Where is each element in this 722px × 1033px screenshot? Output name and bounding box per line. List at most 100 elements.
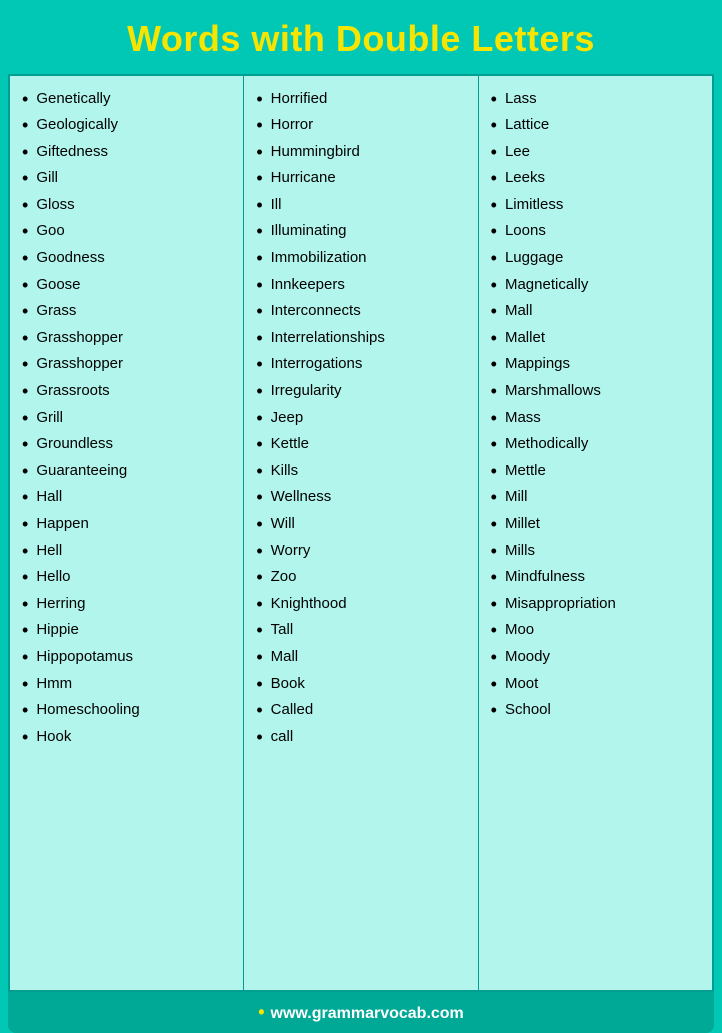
word-text: Hurricane [271, 168, 336, 188]
word-text: Kettle [271, 434, 309, 454]
list-item: •Groundless [14, 432, 235, 459]
column-3: •Lass•Lattice•Lee•Leeks•Limitless•Loons•… [479, 76, 712, 990]
list-item: •call [248, 724, 469, 751]
list-item: •Wellness [248, 485, 469, 512]
word-text: Millet [505, 514, 540, 534]
bullet-icon: • [22, 700, 28, 722]
word-text: Ill [271, 195, 282, 215]
list-item: •Grasshopper [14, 352, 235, 379]
word-text: Mill [505, 487, 528, 507]
bullet-icon: • [256, 275, 262, 297]
word-text: Magnetically [505, 275, 588, 295]
list-item: •Happen [14, 512, 235, 539]
bullet-icon: • [256, 567, 262, 589]
list-item: •Interconnects [248, 299, 469, 326]
bullet-icon: • [491, 461, 497, 483]
word-text: Hell [36, 541, 62, 561]
list-item: •Goose [14, 272, 235, 299]
word-text: Horror [271, 115, 314, 135]
bullet-icon: • [491, 674, 497, 696]
bullet-icon: • [256, 541, 262, 563]
bullet-icon: • [491, 647, 497, 669]
word-text: Illuminating [271, 221, 347, 241]
list-item: •Gill [14, 166, 235, 193]
word-text: Will [271, 514, 295, 534]
bullet-icon: • [491, 700, 497, 722]
bullet-icon: • [256, 487, 262, 509]
word-text: Homeschooling [36, 700, 139, 720]
list-item: •Hook [14, 724, 235, 751]
bullet-icon: • [22, 221, 28, 243]
bullet-icon: • [22, 142, 28, 164]
bullet-icon: • [491, 168, 497, 190]
bullet-icon: • [22, 620, 28, 642]
list-item: • Moody [483, 644, 704, 671]
word-text: Hmm [36, 674, 72, 694]
bullet-icon: • [256, 142, 262, 164]
list-item: •Geologically [14, 113, 235, 140]
bullet-icon: • [491, 567, 497, 589]
word-text: Loons [505, 221, 546, 241]
list-item: •Horror [248, 113, 469, 140]
word-text: Guaranteeing [36, 461, 127, 481]
bullet-icon: • [491, 275, 497, 297]
bullet-icon: • [491, 541, 497, 563]
list-item: • Hall [14, 485, 235, 512]
word-text: Moo [505, 620, 534, 640]
bullet-icon: • [256, 620, 262, 642]
list-item: •Mall [483, 299, 704, 326]
list-item: • Innkeepers [248, 272, 469, 299]
bullet-icon: • [22, 487, 28, 509]
page-title: Words with Double Letters [16, 18, 706, 60]
list-item: •Interrogations [248, 352, 469, 379]
bullet-icon: • [491, 248, 497, 270]
word-text: Luggage [505, 248, 563, 268]
word-text: Limitless [505, 195, 563, 215]
word-text: Grasshopper [36, 328, 123, 348]
word-text: Lee [505, 142, 530, 162]
list-item: •Jeep [248, 405, 469, 432]
word-text: Happen [36, 514, 89, 534]
list-item: •Mettle [483, 458, 704, 485]
word-text: Grasshopper [36, 354, 123, 374]
word-text: Interrogations [271, 354, 363, 374]
list-item: •Grassroots [14, 379, 235, 406]
list-item: •Book [248, 671, 469, 698]
word-text: Immobilization [271, 248, 367, 268]
word-text: Misappropriation [505, 594, 616, 614]
bullet-icon: • [491, 221, 497, 243]
list-item: • Irregularity [248, 379, 469, 406]
list-item: •Mall [248, 644, 469, 671]
word-text: Methodically [505, 434, 588, 454]
word-text: Horrified [271, 89, 328, 109]
word-text: Grill [36, 408, 63, 428]
word-text: Moody [505, 647, 550, 667]
bullet-icon: • [22, 594, 28, 616]
bullet-icon: • [256, 195, 262, 217]
bullet-icon: • [22, 727, 28, 749]
bullet-icon: • [22, 168, 28, 190]
list-item: •Mindfulness [483, 565, 704, 592]
column-1: •Genetically•Geologically•Giftedness•Gil… [10, 76, 244, 990]
bullet-icon: • [256, 89, 262, 111]
word-text: Irregularity [271, 381, 342, 401]
list-item: •Worry [248, 538, 469, 565]
list-item: • Homeschooling [14, 698, 235, 725]
bullet-icon: • [256, 168, 262, 190]
footer-dot: • [258, 1002, 264, 1022]
word-text: Innkeepers [271, 275, 345, 295]
list-item: •Guaranteeing [14, 458, 235, 485]
bullet-icon: • [256, 674, 262, 696]
list-item: •Hummingbird [248, 139, 469, 166]
bullet-icon: • [22, 647, 28, 669]
bullet-icon: • [491, 328, 497, 350]
word-text: Zoo [271, 567, 297, 587]
word-list-3: •Lass•Lattice•Lee•Leeks•Limitless•Loons•… [483, 86, 704, 724]
bullet-icon: • [256, 381, 262, 403]
word-text: Mills [505, 541, 535, 561]
word-text: Jeep [271, 408, 304, 428]
word-text: Interconnects [271, 301, 361, 321]
word-text: Hall [36, 487, 62, 507]
word-text: Geologically [36, 115, 118, 135]
list-item: •Grass [14, 299, 235, 326]
